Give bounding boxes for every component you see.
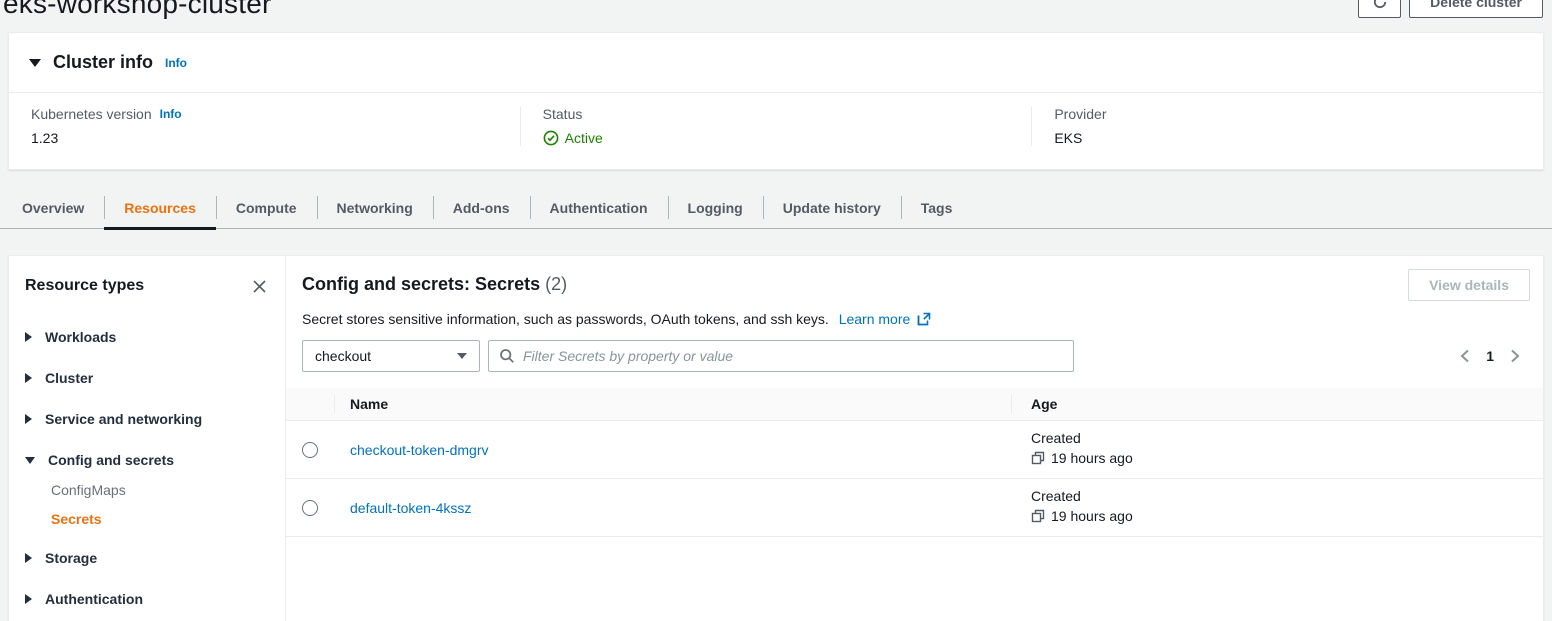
sidebar-item-label: Service and networking <box>45 411 202 427</box>
resource-types-sidebar: Resource types Workloads Cluster Service… <box>9 256 286 621</box>
resource-types-title: Resource types <box>25 277 144 295</box>
pagination: 1 <box>1459 348 1521 364</box>
sidebar-item-configmaps[interactable]: ConfigMaps <box>51 482 269 498</box>
kubernetes-version-info-link[interactable]: Info <box>160 107 182 121</box>
sidebar-item-config-and-secrets[interactable]: Config and secrets <box>25 452 269 468</box>
secrets-filter-searchbox[interactable] <box>488 340 1074 372</box>
sidebar-item-label: Workloads <box>45 329 116 345</box>
chevron-right-icon <box>1509 349 1521 363</box>
sidebar-item-storage[interactable]: Storage <box>25 550 269 566</box>
age-cell: Created 19 hours ago <box>1011 421 1543 478</box>
config-and-secrets-children: ConfigMaps Secrets <box>51 482 269 527</box>
sidebar-item-service-and-networking[interactable]: Service and networking <box>25 411 269 427</box>
sidebar-item-label: Cluster <box>45 370 93 386</box>
copy-icon[interactable] <box>1031 509 1045 523</box>
tab-logging[interactable]: Logging <box>668 187 763 228</box>
refresh-icon <box>1372 0 1388 10</box>
secrets-panel: Config and secrets: Secrets (2) View det… <box>286 256 1543 621</box>
triangle-right-icon <box>25 553 32 563</box>
cluster-info-header[interactable]: Cluster info Info <box>9 33 1543 93</box>
tab-compute[interactable]: Compute <box>216 187 317 228</box>
sidebar-item-secrets[interactable]: Secrets <box>51 511 269 527</box>
age-created-label: Created <box>1031 430 1543 446</box>
secrets-count: (2) <box>545 274 567 294</box>
status-value: Active <box>565 130 603 146</box>
age-value: 19 hours ago <box>1051 508 1133 524</box>
triangle-right-icon <box>25 373 32 383</box>
refresh-button[interactable] <box>1358 0 1401 18</box>
status-field: Status Active <box>520 106 1032 146</box>
namespace-filter-dropdown[interactable]: checkout <box>302 340 480 372</box>
copy-icon[interactable] <box>1031 451 1045 465</box>
secret-name-link[interactable]: default-token-4kssz <box>350 500 471 516</box>
age-value: 19 hours ago <box>1051 450 1133 466</box>
triangle-down-icon <box>25 457 35 464</box>
tab-authentication[interactable]: Authentication <box>530 187 668 228</box>
tab-update-history[interactable]: Update history <box>763 187 901 228</box>
close-sidebar-button[interactable] <box>249 276 269 296</box>
tab-networking[interactable]: Networking <box>317 187 433 228</box>
age-column-header: Age <box>1011 388 1543 420</box>
sidebar-item-label: Storage <box>45 550 97 566</box>
status-label: Status <box>543 106 583 122</box>
sidebar-item-workloads[interactable]: Workloads <box>25 329 269 345</box>
secret-name-link[interactable]: checkout-token-dmgrv <box>350 442 489 458</box>
close-icon <box>252 279 267 294</box>
namespace-filter-value: checkout <box>315 348 371 364</box>
sidebar-item-label: Authentication <box>45 591 143 607</box>
provider-field: Provider EKS <box>1031 106 1543 146</box>
caret-down-icon <box>457 353 467 359</box>
check-circle-icon <box>543 130 559 146</box>
triangle-right-icon <box>25 414 32 424</box>
row-select-radio[interactable] <box>302 500 318 516</box>
view-details-button[interactable]: View details <box>1408 269 1530 301</box>
table-row: checkout-token-dmgrv Created 19 hours ag… <box>286 421 1543 479</box>
kubernetes-version-field: Kubernetes version Info 1.23 <box>9 106 520 146</box>
kubernetes-version-label: Kubernetes version <box>31 106 152 122</box>
tab-resources[interactable]: Resources <box>104 187 216 228</box>
cluster-info-title: Cluster info <box>53 52 153 73</box>
table-row: default-token-4kssz Created 19 hours ago <box>286 479 1543 537</box>
row-select-radio[interactable] <box>302 442 318 458</box>
age-cell: Created 19 hours ago <box>1011 479 1543 536</box>
secrets-table-header: Name Age <box>286 388 1543 421</box>
triangle-right-icon <box>25 332 32 342</box>
secrets-description: Secret stores sensitive information, suc… <box>302 311 829 327</box>
provider-label: Provider <box>1054 106 1106 122</box>
tab-tags[interactable]: Tags <box>901 187 973 228</box>
age-created-label: Created <box>1031 488 1543 504</box>
cluster-info-info-link[interactable]: Info <box>165 56 187 70</box>
sidebar-item-cluster[interactable]: Cluster <box>25 370 269 386</box>
cluster-info-fields: Kubernetes version Info 1.23 Status Acti… <box>9 93 1543 169</box>
secrets-heading: Config and secrets: Secrets <box>302 274 540 294</box>
collapse-triangle-icon[interactable] <box>29 59 41 67</box>
cluster-tabs: Overview Resources Compute Networking Ad… <box>0 187 1552 229</box>
learn-more-link[interactable]: Learn more <box>839 311 911 327</box>
page-title: eks-workshop-cluster <box>3 0 272 20</box>
triangle-right-icon <box>25 594 32 604</box>
tab-add-ons[interactable]: Add-ons <box>433 187 530 228</box>
resources-card: Resource types Workloads Cluster Service… <box>8 255 1544 621</box>
provider-value: EKS <box>1054 130 1521 146</box>
sidebar-item-authentication[interactable]: Authentication <box>25 591 269 607</box>
secrets-filter-input[interactable] <box>523 348 1063 364</box>
header-actions: Delete cluster <box>1358 0 1543 18</box>
select-column-header <box>286 388 334 420</box>
search-icon <box>499 348 515 364</box>
external-link-icon <box>917 312 931 326</box>
tab-overview[interactable]: Overview <box>2 187 104 228</box>
kubernetes-version-value: 1.23 <box>31 130 498 146</box>
page-number[interactable]: 1 <box>1486 348 1494 364</box>
next-page-button[interactable] <box>1509 349 1521 363</box>
secrets-panel-title: Config and secrets: Secrets (2) <box>302 269 567 295</box>
delete-cluster-button[interactable]: Delete cluster <box>1409 0 1543 18</box>
sidebar-item-label: Config and secrets <box>48 452 174 468</box>
cluster-info-card: Cluster info Info Kubernetes version Inf… <box>8 32 1544 170</box>
previous-page-button[interactable] <box>1459 349 1471 363</box>
chevron-left-icon <box>1459 349 1471 363</box>
name-column-header: Name <box>334 388 1011 420</box>
